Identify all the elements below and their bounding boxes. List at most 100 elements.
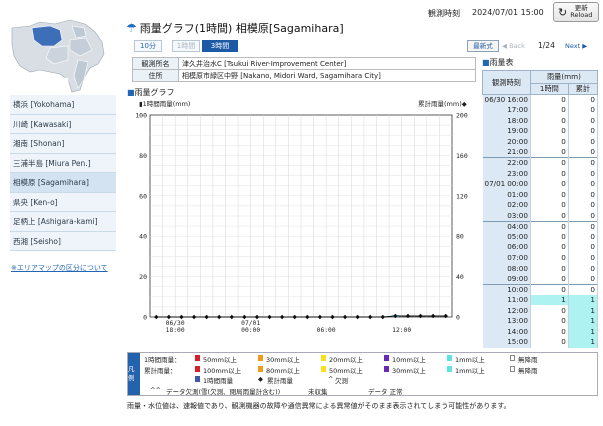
table-row: 21:00 0 0: [482, 147, 599, 158]
legend-item: 1mm以上: [455, 367, 485, 375]
rain-table-cum-value: 0: [568, 252, 599, 264]
rain-table-cum-value: 0: [568, 147, 599, 158]
sidebar-item[interactable]: 川崎 [Kawasaki]: [10, 114, 116, 134]
rain-table-hour: 14:00: [507, 326, 528, 336]
rain-table-time: 14:00: [482, 326, 531, 338]
rain-table-hour: 17:00: [507, 105, 528, 115]
legend-swatch: [258, 355, 263, 361]
rain-table-hour: 21:00: [507, 147, 528, 157]
rain-table-1h-value: 0: [530, 315, 569, 327]
table-row: 22:00 0 0: [482, 157, 599, 169]
rain-table-date: 06/30: [484, 95, 506, 105]
table-row: 10:00 0 0: [482, 283, 599, 295]
station-address-key: 住所: [132, 69, 179, 82]
rain-table-1h-value: 0: [530, 337, 569, 348]
rain-table-cum-value: 1: [568, 294, 599, 306]
right-axis-tick-label: 0: [456, 314, 460, 322]
legend-item: 1mm以上: [455, 356, 485, 364]
legend-missing-text: 欠測: [335, 377, 348, 385]
legend-cum-label: 累計雨量：: [144, 367, 177, 375]
rain-table-cum-value: 0: [568, 210, 599, 222]
sidebar-item[interactable]: 足柄上 [Ashigara-kami]: [10, 212, 116, 232]
legend-uncollected-text: 未収集: [308, 388, 328, 396]
rain-table-1h-value: 1: [530, 294, 569, 306]
rain-table-hour: 09:00: [507, 273, 528, 283]
rain-table-hour: 13:00: [507, 316, 528, 326]
rain-table-time: 23:00: [482, 168, 531, 179]
next-button[interactable]: Next ▶: [565, 40, 597, 52]
table-row: 09:00 0 0: [482, 273, 599, 285]
left-axis-tick-label: 40: [139, 233, 147, 241]
sidebar-item[interactable]: 湘南 [Shonan]: [10, 134, 116, 154]
rain-table-hour: 19:00: [507, 126, 528, 136]
rain-table-1h-value: 0: [530, 252, 569, 264]
area-map[interactable]: [10, 18, 115, 94]
rain-table-time-header: 観測時刻: [482, 70, 531, 95]
sidebar-item[interactable]: 西湘 [Seisho]: [10, 231, 116, 251]
sidebar-item[interactable]: 横浜 [Yokohama]: [10, 95, 116, 115]
left-axis-tick-label: 80: [139, 152, 147, 160]
legend-swatch: [447, 355, 452, 361]
legend-item: 30mm以上: [266, 356, 300, 364]
rain-table-hour: 08:00: [507, 263, 528, 273]
table-row: 23:00 0 0: [482, 168, 599, 179]
rain-table-group-header: 雨量(mm): [529, 70, 599, 84]
graph-title: ■雨量グラフ: [127, 87, 175, 98]
sidebar-item[interactable]: 相模原 [Sagamihara]: [10, 173, 116, 193]
legend-item: 20mm以上: [329, 356, 363, 364]
tab-3hour[interactable]: 3時間: [202, 40, 238, 52]
legend-item: 無降雨: [518, 367, 538, 375]
missing-marker-icon: ^^: [150, 386, 161, 394]
rain-table-time: 13:00: [482, 315, 531, 327]
legend-swatch: [321, 355, 326, 361]
rain-table-1h-value: 0: [530, 157, 569, 169]
table-row: 05:00 0 0: [482, 231, 599, 243]
table-row: 03:00 0 0: [482, 210, 599, 222]
table-row: 13:00 0 1: [482, 315, 599, 327]
rain-table-1h-value: 0: [530, 263, 569, 274]
umbrella-icon: ☂: [126, 21, 137, 35]
x-axis-tick-label: 06/30: [166, 320, 185, 327]
legend-swatch: [195, 366, 200, 372]
rain-table-cum-value: 1: [568, 337, 599, 348]
reload-button[interactable]: ↻ 更新 Reload: [553, 2, 599, 22]
legend-bar-text: 1時間雨量: [203, 377, 234, 385]
left-axis-tick-label: 0: [143, 314, 147, 322]
station-address-value: 相模原市緑区中野 [Nakano, Midori Ward, Sagamihar…: [178, 69, 476, 82]
rain-table: 観測時刻 雨量(mm) 1時間 累計 06/30 16:00 0 0 17:00 0 0 18…: [482, 70, 599, 348]
legend-normal-text: データ 正常: [368, 388, 403, 396]
latest-button[interactable]: 最新式: [467, 40, 499, 52]
map-water: [38, 76, 70, 94]
reload-label-en: Reload: [570, 11, 593, 19]
rain-table-hour: 01:00: [507, 189, 528, 199]
back-button[interactable]: ◀ Back: [502, 40, 534, 52]
table-row: 02:00 0 0: [482, 199, 599, 211]
page-title-text: 雨量グラフ(1時間) 相模原[Sagamihara]: [139, 22, 344, 35]
rain-table-cum-header: 累計: [567, 82, 599, 96]
station-name-key: 観測所名: [132, 57, 179, 70]
sidebar-item[interactable]: 三浦半島 [Miura Pen.]: [10, 153, 116, 173]
footnote: 雨量・水位値は、速報値であり、観測機器の故障や通信異常による異常値がそのまま表示…: [127, 402, 511, 410]
table-row: 07:00 0 0: [482, 252, 599, 264]
table-row: 04:00 0 0: [482, 220, 599, 232]
rain-table-hour: 23:00: [507, 168, 528, 178]
rain-table-hour: 22:00: [507, 158, 528, 168]
station-name-row: 観測所名 津久井治水C [Tsukui River-Improvement Ce…: [132, 57, 476, 70]
rain-table-1h-value: 0: [530, 105, 569, 116]
legend-swatch: [510, 366, 515, 372]
rain-table-hour: 18:00: [507, 115, 528, 125]
rain-chart: 0 0 20 40 40 80 60 120 80 160 100 200 06/3018:00 07/0…: [135, 112, 468, 335]
table-row: 15:00 0 1: [482, 337, 599, 348]
tab-10min[interactable]: 10分: [134, 40, 162, 52]
rain-table-1h-value: 0: [530, 231, 569, 243]
rain-table-hour: 06:00: [507, 242, 528, 252]
rain-table-hour: 04:00: [507, 221, 528, 231]
right-axis-tick-label: 200: [456, 112, 468, 120]
rain-table-1h-value: 0: [530, 178, 569, 190]
rain-table-hour: 16:00: [507, 95, 528, 105]
missing-marker-icon: ^: [328, 375, 334, 383]
rain-table-time: 04:00: [482, 220, 531, 232]
rain-table-hour: 03:00: [507, 210, 528, 220]
area-map-note-link[interactable]: ※エリアマップの区分について: [11, 263, 108, 273]
sidebar-item[interactable]: 県央 [Ken-o]: [10, 192, 116, 212]
